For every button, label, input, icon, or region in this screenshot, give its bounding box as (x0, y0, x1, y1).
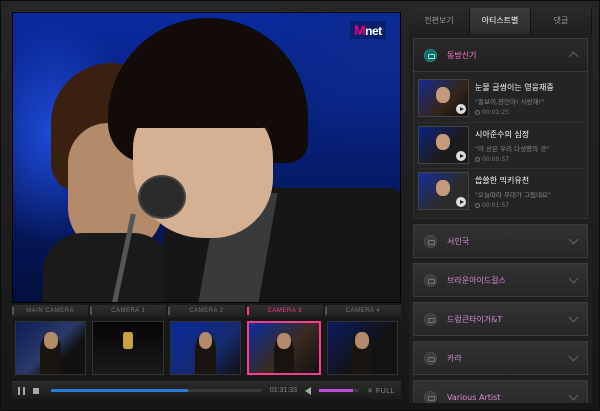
artist-item-kara[interactable]: 카라 (413, 341, 588, 375)
volume-icon[interactable] (305, 386, 312, 395)
thumb-figure (198, 332, 213, 350)
camera-label-4[interactable]: CAMERA 4 (324, 305, 402, 317)
chevron-down-icon (568, 351, 579, 361)
play-icon (456, 104, 466, 114)
artist-name: 서인국 (447, 236, 470, 246)
pause-icon[interactable] (18, 386, 25, 395)
side-panel: 전편보기 아티스트별 댓글 동방신기 눈물 글썽이는 영웅재중 "홍보이,쟝인아… (409, 8, 592, 403)
artist-video-list: 눈물 글썽이는 영웅재중 "홍보이,쟝인아! 사랑해!" 00:01:25 시아… (413, 72, 588, 219)
video-figure (125, 73, 285, 128)
video-title: 씁쓸한 믹키유천 (475, 176, 530, 185)
artist-item-various-artist[interactable]: Various Artist (413, 380, 588, 403)
chevron-down-icon (568, 312, 579, 322)
artist-list: 동방신기 눈물 글썽이는 영웅재중 "홍보이,쟝인아! 사랑해!" 00:01:… (409, 34, 592, 403)
folder-icon (424, 351, 437, 365)
thumb-figure (436, 134, 450, 151)
video-list-item[interactable]: 씁쓸한 믹키유천 "오늘따라 무대가 그립네요" 00:01:57 (418, 168, 583, 214)
video-title: 시아준수의 심정 (475, 130, 530, 139)
camera-labels: MAIN CAMERA CAMERA 1 CAMERA 2 CAMERA 3 C… (12, 305, 402, 317)
camera-thumb-1[interactable] (92, 321, 164, 375)
camera-thumb-main[interactable] (15, 321, 87, 375)
video-subtitle: "이 상은 우리 다섯명의 것" (475, 145, 550, 153)
artist-item-tvxq[interactable]: 동방신기 (413, 38, 588, 72)
tab-by-artist[interactable]: 아티스트별 (470, 8, 531, 34)
video-duration: 00:01:57 (482, 202, 509, 209)
camera-thumbnails (12, 318, 401, 378)
fullscreen-button[interactable]: ✕ FULL (367, 387, 395, 395)
camera-thumb-3[interactable] (247, 321, 321, 375)
chevron-down-icon (568, 234, 579, 244)
camera-label-1[interactable]: CAMERA 1 (90, 305, 167, 317)
play-icon (456, 151, 466, 161)
chevron-up-icon (568, 51, 579, 62)
folder-icon (424, 234, 437, 248)
artist-name: Various Artist (447, 392, 501, 402)
play-icon (456, 197, 466, 207)
tab-all-episodes[interactable]: 전편보기 (409, 8, 470, 34)
thumb-figure (276, 333, 291, 349)
progress-fill (51, 389, 189, 392)
artist-name: 브라운아이드걸스 (447, 275, 506, 285)
time-display: 01:31:33 (269, 387, 298, 394)
video-thumbnail (418, 172, 469, 210)
video-figure (43, 233, 173, 302)
clock-icon (475, 157, 480, 162)
channel-logo: Mnet (350, 21, 386, 39)
artist-name: 카라 (447, 353, 462, 363)
video-list-item[interactable]: 눈물 글썽이는 영웅재중 "홍보이,쟝인아! 사랑해!" 00:01:25 (418, 76, 583, 122)
folder-icon (424, 390, 437, 403)
artist-name: 동방신기 (447, 50, 477, 60)
trophy-figure (123, 332, 133, 350)
progress-bar[interactable] (51, 389, 262, 392)
thumb-figure (436, 180, 450, 197)
artist-item-brown-eyed-girls[interactable]: 브라운아이드걸스 (413, 263, 588, 297)
video-subtitle: "오늘따라 무대가 그립네요" (475, 191, 551, 199)
player-controls: 01:31:33 ✕ FULL (12, 381, 401, 399)
stop-icon[interactable] (33, 387, 39, 394)
artist-item-drunken-tiger[interactable]: 드렁큰타이거&T (413, 302, 588, 336)
camera-thumb-2[interactable] (169, 321, 242, 375)
video-subtitle: "홍보이,쟝인아! 사랑해!" (475, 98, 545, 106)
fullscreen-label: FULL (375, 387, 395, 395)
folder-icon (424, 273, 437, 287)
chevron-down-icon (568, 273, 579, 283)
camera-label-2[interactable]: CAMERA 2 (168, 305, 245, 317)
folder-icon (424, 312, 437, 326)
video-thumbnail (418, 126, 469, 164)
video-duration: 00:00:57 (482, 156, 509, 163)
clock-icon (475, 110, 480, 115)
volume-slider[interactable] (319, 389, 360, 392)
camera-thumb-4[interactable] (326, 321, 399, 375)
tab-comments[interactable]: 댓글 (531, 8, 592, 34)
volume-fill (319, 389, 354, 392)
camera-label-main[interactable]: MAIN CAMERA (12, 305, 89, 317)
panel-tabs: 전편보기 아티스트별 댓글 (409, 8, 592, 34)
artist-item-seo-in-guk[interactable]: 서인국 (413, 224, 588, 258)
chevron-down-icon (568, 390, 579, 400)
video-title: 눈물 글썽이는 영웅재중 (475, 83, 554, 92)
video-duration: 00:01:25 (482, 109, 509, 116)
video-thumbnail (418, 79, 469, 117)
thumb-figure (355, 332, 370, 350)
video-screen[interactable]: Mnet (12, 12, 401, 303)
thumb-figure (43, 332, 58, 350)
artist-name: 드렁큰타이거&T (447, 314, 503, 324)
camera-label-3[interactable]: CAMERA 3 (246, 305, 323, 317)
microphone (138, 175, 186, 219)
video-list-item[interactable]: 시아준수의 심정 "이 상은 우리 다섯명의 것" 00:00:57 (418, 122, 583, 168)
clock-icon (475, 203, 480, 208)
folder-icon (424, 48, 437, 62)
thumb-figure (436, 87, 450, 104)
